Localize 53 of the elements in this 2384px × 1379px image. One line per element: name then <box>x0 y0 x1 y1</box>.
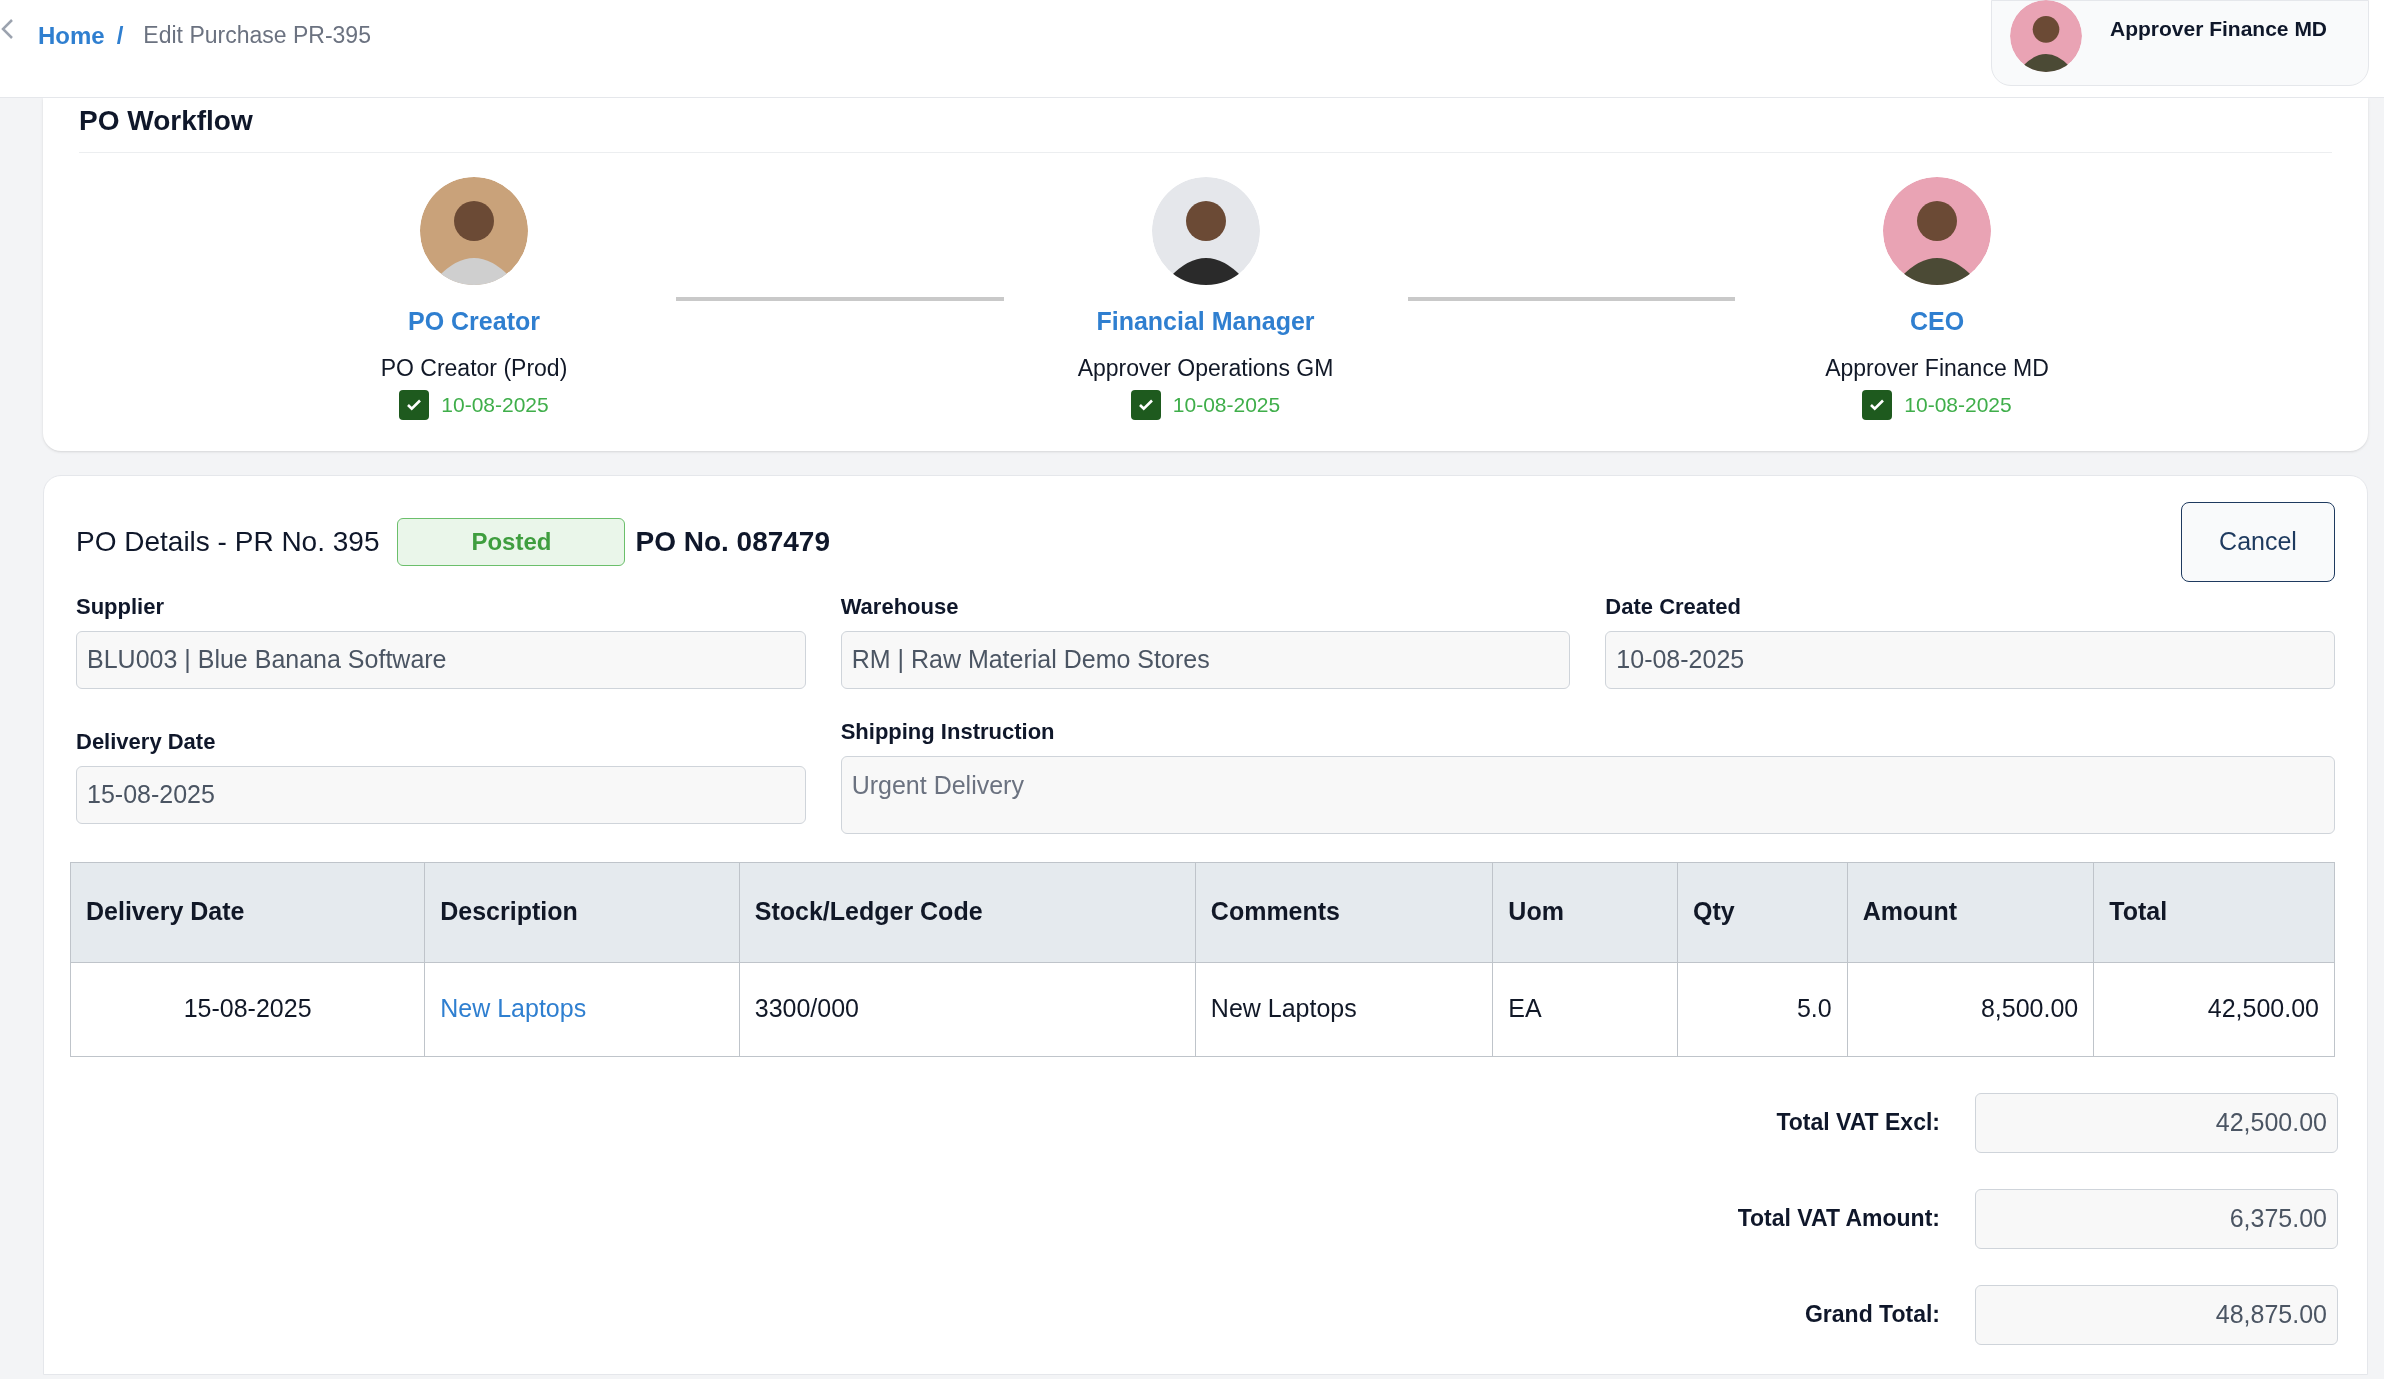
field-label: Shipping Instruction <box>840 717 1056 746</box>
input-field[interactable]: 15-08-2025 <box>76 765 806 824</box>
details-title: PO Details - PR No. 395 <box>76 524 380 559</box>
table-cell: 42,500.00 <box>2093 962 2335 1056</box>
collapse-icon[interactable] <box>0 18 14 40</box>
table-cell: EA <box>1492 962 1678 1056</box>
section-title: PO Workflow <box>79 100 2332 153</box>
breadcrumb-current: Edit Purchase PR-395 <box>143 21 371 50</box>
table-cell: 5.0 <box>1677 962 1848 1056</box>
home-link[interactable]: Home <box>38 18 105 54</box>
total-label: Total VAT Amount: <box>1737 1204 1940 1234</box>
field-label: Delivery Date <box>76 727 217 756</box>
total-label: Total VAT Excl: <box>1776 1108 1940 1138</box>
po-number: PO No. 087479 <box>635 524 830 559</box>
step-role: Financial Manager <box>1096 306 1315 337</box>
total-field[interactable]: 6,375.00 <box>1975 1188 2338 1249</box>
column-header: Description <box>424 862 740 962</box>
user-name: Approver Finance MD <box>2110 16 2328 43</box>
description-link[interactable]: New Laptops <box>424 962 740 1056</box>
table-cell: 3300/000 <box>739 962 1196 1056</box>
total-label: Grand Total: <box>1805 1300 1940 1330</box>
column-header: Total <box>2093 862 2335 962</box>
column-header: Comments <box>1195 862 1493 962</box>
table-cell: New Laptops <box>1195 962 1493 1056</box>
total-field[interactable]: 42,500.00 <box>1975 1092 2338 1153</box>
step-date: 10-08-2025 <box>1172 392 1281 418</box>
step-role: CEO <box>1909 306 1965 337</box>
step-date: 10-08-2025 <box>1904 392 2012 418</box>
breadcrumb-separator: / <box>116 21 124 51</box>
column-header: Qty <box>1677 862 1848 962</box>
table-cell: 8,500.00 <box>1847 962 2094 1056</box>
column-header: Amount <box>1847 862 2094 962</box>
input-field[interactable]: 10-08-2025 <box>1605 630 2335 689</box>
step-person: Approver Operations GM <box>1077 353 1334 383</box>
column-header: Stock/Ledger Code <box>739 862 1196 962</box>
field-label: Date Created <box>1605 592 1743 621</box>
field-label: Warehouse <box>840 592 960 621</box>
step-role: PO Creator <box>408 306 540 337</box>
column-header: Delivery Date <box>70 862 425 962</box>
shipping-instruction-field[interactable]: Urgent Delivery <box>840 755 2335 834</box>
step-date: 10-08-2025 <box>441 392 549 418</box>
step-person: PO Creator (Prod) <box>380 353 568 383</box>
total-field[interactable]: 48,875.00 <box>1975 1284 2338 1345</box>
table-cell: 15-08-2025 <box>70 962 425 1056</box>
status-badge: Posted <box>397 517 626 566</box>
step-person: Approver Finance MD <box>1825 353 2049 383</box>
field-label: Supplier <box>76 592 165 621</box>
user-avatar <box>2010 0 2082 72</box>
input-field[interactable]: BLU003 | Blue Banana Software <box>76 630 806 689</box>
user-menu[interactable]: Approver Finance MD <box>1991 0 2369 86</box>
column-header: Uom <box>1492 862 1678 962</box>
cancel-button[interactable]: Cancel <box>2181 501 2335 582</box>
input-field[interactable]: RM | Raw Material Demo Stores <box>840 630 1571 689</box>
